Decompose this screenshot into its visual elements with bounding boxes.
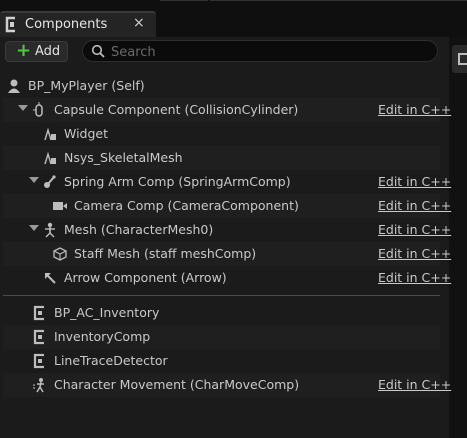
component-row-inventory-comp[interactable]: InventoryComp (3, 325, 440, 349)
right-strip (449, 37, 467, 438)
add-label: Add (35, 44, 61, 59)
component-label: LineTraceDetector (54, 353, 168, 368)
tree-row-camera[interactable]: Camera Comp (CameraComponent) Edit in C+… (3, 194, 451, 218)
tab-components[interactable]: Components × (0, 11, 156, 37)
tab-bar-line (210, 0, 467, 1)
tree-row-mesh[interactable]: Mesh (CharacterMesh0) Edit in C++ (3, 218, 451, 242)
add-component-button[interactable]: + Add (5, 40, 68, 62)
search-icon (91, 44, 105, 58)
tree-item-label: Capsule Component (CollisionCylinder) (54, 102, 299, 117)
root-label: BP_MyPlayer (Self) (28, 78, 145, 93)
camera-icon (53, 202, 67, 210)
component-label: InventoryComp (54, 329, 151, 344)
capsule-icon (33, 102, 43, 117)
arrow-icon (45, 273, 56, 284)
skeletal-mesh-icon (44, 151, 56, 165)
tree-root-row[interactable]: BP_MyPlayer (Self) (3, 74, 440, 98)
spring-arm-icon (44, 175, 56, 188)
actor-component-icon (33, 305, 44, 321)
tree-item-label: Arrow Component (Arrow) (64, 270, 227, 285)
components-tab-icon (5, 16, 15, 33)
edit-in-cpp-link[interactable]: Edit in C++ (378, 174, 451, 189)
tree-row-skeletal-mesh[interactable]: Nsys_SkeletalMesh (3, 146, 440, 170)
edit-in-cpp-link[interactable]: Edit in C++ (378, 246, 451, 261)
tree-row-spring-arm[interactable]: Spring Arm Comp (SpringArmComp) Edit in … (3, 170, 451, 194)
search-box[interactable] (82, 40, 438, 62)
search-input[interactable] (109, 42, 433, 62)
edit-in-cpp-link[interactable]: Edit in C++ (378, 222, 451, 237)
tree-item-label: Widget (64, 126, 109, 141)
actor-component-icon (33, 329, 44, 345)
tab-bar-line (160, 0, 208, 1)
component-row-character-movement[interactable]: Character Movement (CharMoveComp) Edit i… (3, 373, 451, 397)
tree-item-label: Nsys_SkeletalMesh (64, 150, 183, 165)
static-mesh-icon (53, 247, 67, 261)
tree-item-label: Staff Mesh (staff meshComp) (74, 246, 257, 261)
tab-bar: Components × (0, 0, 467, 37)
tab-title: Components (25, 17, 108, 32)
tree-row-arrow[interactable]: Arrow Component (Arrow) Edit in C++ (3, 266, 451, 290)
component-row-line-trace-detector[interactable]: LineTraceDetector (3, 349, 440, 373)
collapse-arrow-icon[interactable] (29, 177, 39, 183)
component-row-bp-ac-inventory[interactable]: BP_AC_Inventory (3, 301, 440, 325)
edit-in-cpp-link[interactable]: Edit in C++ (378, 377, 451, 392)
close-icon[interactable]: × (133, 15, 145, 31)
tree-row-widget[interactable]: Widget (3, 122, 440, 146)
tree-item-label: Spring Arm Comp (SpringArmComp) (64, 174, 291, 189)
pawn-icon (8, 79, 20, 93)
tree-item-label: Camera Comp (CameraComponent) (74, 198, 299, 213)
collapse-arrow-icon[interactable] (18, 105, 28, 111)
component-label: Character Movement (CharMoveComp) (54, 377, 300, 392)
widget-icon (44, 127, 56, 141)
edit-in-cpp-link[interactable]: Edit in C++ (378, 102, 451, 117)
tree-row-capsule[interactable]: Capsule Component (CollisionCylinder) Ed… (3, 98, 451, 122)
component-label: BP_AC_Inventory (54, 305, 160, 320)
panel-icon (458, 53, 467, 65)
movement-icon (33, 378, 44, 393)
collapse-arrow-icon[interactable] (29, 225, 39, 231)
tree-item-label: Mesh (CharacterMesh0) (64, 222, 214, 237)
edit-in-cpp-link[interactable]: Edit in C++ (378, 270, 451, 285)
character-mesh-icon (45, 222, 55, 238)
section-divider (3, 295, 440, 296)
plus-icon: + (16, 40, 32, 61)
tree-row-staff-mesh[interactable]: Staff Mesh (staff meshComp) Edit in C++ (3, 242, 451, 266)
edit-in-cpp-link[interactable]: Edit in C++ (378, 198, 451, 213)
actor-component-icon (33, 353, 44, 369)
